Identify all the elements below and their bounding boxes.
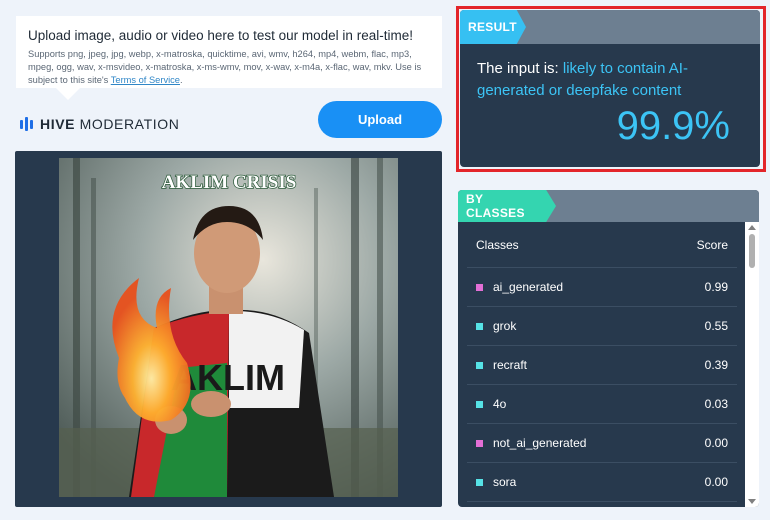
result-statement: The input is: likely to contain AI-gener… — [477, 58, 745, 102]
classes-column-header: Classes — [476, 237, 519, 252]
table-row: sora 0.00 — [467, 463, 737, 502]
classes-table-body: ai_generated 0.99 grok 0.55 recraft 0.39… — [467, 268, 737, 502]
class-score: 0.55 — [704, 319, 728, 333]
scroll-up-arrow-icon[interactable] — [748, 225, 756, 230]
uploaded-photo: AKLIM AKLIM CRISIS — [59, 158, 398, 497]
class-name: recraft — [493, 358, 528, 372]
upload-info-card: Upload image, audio or video here to tes… — [16, 16, 442, 100]
result-prefix: The input is: — [477, 60, 563, 77]
class-score: 0.03 — [704, 397, 728, 411]
logo-text: HIVE MODERATION — [40, 116, 179, 132]
table-row: ai_generated 0.99 — [467, 268, 737, 307]
class-color-swatch — [476, 400, 483, 408]
table-row: not_ai_generated 0.00 — [467, 424, 737, 463]
hive-logo-icon — [20, 117, 33, 131]
hive-moderation-logo: HIVE MODERATION — [20, 116, 179, 132]
tos-period: . — [179, 75, 183, 85]
table-row: grok 0.55 — [467, 307, 737, 346]
class-name: not_ai_generated — [493, 436, 587, 450]
class-score: 0.39 — [704, 358, 728, 372]
result-tag: RESULT — [460, 10, 526, 44]
class-color-swatch — [476, 478, 483, 486]
class-color-swatch — [476, 361, 483, 369]
by-classes-card: BY CLASSES Classes Score ai_generated 0.… — [458, 190, 759, 507]
upload-info-description: Supports png, jpeg, jpg, webp, x-matrosk… — [28, 48, 430, 87]
by-classes-tag: BY CLASSES — [458, 190, 556, 222]
logo-text-light: MODERATION — [75, 116, 180, 132]
terms-of-service-link[interactable]: Terms of Service — [111, 75, 180, 85]
image-overlay-title: AKLIM CRISIS — [162, 172, 297, 193]
classes-table-header: Classes Score — [467, 222, 737, 268]
scrollbar-thumb[interactable] — [749, 234, 755, 268]
result-card-header: RESULT — [460, 10, 760, 44]
class-name: 4o — [493, 397, 507, 411]
class-color-swatch — [476, 439, 483, 447]
score-column-header: Score — [696, 237, 728, 252]
scroll-down-arrow-icon[interactable] — [748, 499, 756, 504]
class-name: ai_generated — [493, 280, 564, 294]
result-score: 99.9% — [616, 104, 730, 148]
class-name: grok — [493, 319, 517, 333]
class-name: sora — [493, 475, 517, 489]
upload-info-title: Upload image, audio or video here to tes… — [28, 28, 413, 43]
logo-text-bold: HIVE — [40, 116, 76, 132]
by-classes-header: BY CLASSES — [458, 190, 759, 222]
class-score: 0.99 — [704, 280, 728, 294]
class-color-swatch — [476, 322, 483, 330]
table-row: 4o 0.03 — [467, 385, 737, 424]
class-score: 0.00 — [704, 436, 728, 450]
table-row: recraft 0.39 — [467, 346, 737, 385]
supported-formats-text: Supports png, jpeg, jpg, webp, x-matrosk… — [28, 49, 422, 85]
upload-button[interactable]: Upload — [318, 101, 442, 138]
class-color-swatch — [476, 283, 483, 291]
classes-scrollbar[interactable] — [745, 222, 759, 507]
result-card: RESULT The input is: likely to contain A… — [460, 10, 760, 167]
class-score: 0.00 — [704, 475, 728, 489]
uploaded-image-panel: AKLIM AKLIM CRISIS — [15, 151, 442, 507]
